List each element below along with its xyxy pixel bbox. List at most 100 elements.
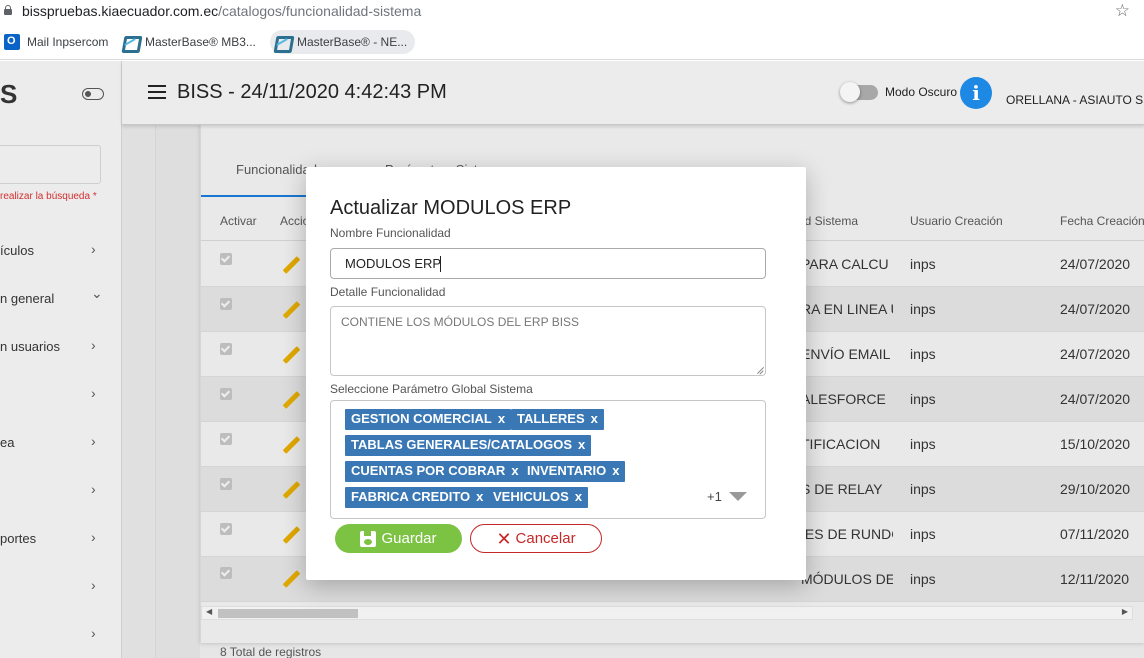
chip-remove-icon[interactable]: x [578,437,585,452]
bookmark-star-icon[interactable]: ☆ [1115,1,1130,21]
cell-detail: S DE RELAY [801,481,883,497]
activate-checkbox[interactable] [220,523,232,535]
save-button[interactable]: Guardar [335,524,462,553]
resize-grip-icon[interactable] [756,366,764,374]
chip-gestion-comercial[interactable]: GESTION COMERCIAL x [345,409,512,430]
column-header-detalle[interactable]: ad Sistema [798,214,858,228]
masterbase-icon [122,34,138,50]
sidebar-item-9[interactable]: › [0,625,110,645]
column-header-activar[interactable]: Activar [220,214,257,228]
cell-user: inps [910,391,936,407]
scrollbar-thumb[interactable] [218,609,358,618]
activate-checkbox[interactable] [220,298,232,310]
dark-mode-toggle[interactable] [840,82,878,102]
close-icon: ✕ [496,528,512,549]
chip-label: CUENTAS POR COBRAR [351,463,506,478]
chip-label: INVENTARIO [527,463,607,478]
sidebar-search-input[interactable]: ú [0,145,101,184]
edit-pencil-icon[interactable] [281,346,301,366]
chip-tablas-generales[interactable]: TABLAS GENERALES/CATALOGOS x [345,435,592,456]
cell-date: 24/07/2020 [1060,256,1131,272]
chip-remove-icon[interactable]: x [612,463,619,478]
chip-label: GESTION COMERCIAL [351,411,492,426]
tab-funcionalidad[interactable]: Funcionalidad [236,162,317,177]
activate-checkbox[interactable] [220,478,232,490]
scroll-right-icon[interactable]: ▶ [1122,607,1128,616]
name-field-label: Nombre Funcionalidad [330,226,451,240]
cell-detail: TIFICACION [801,436,881,452]
bookmark-label: MasterBase® MB3... [145,35,256,49]
sidebar-item-label: n general [0,291,55,306]
edit-pencil-icon[interactable] [281,481,301,501]
sidebar-item-usuarios[interactable]: n usuarios › [0,337,110,357]
dark-mode-label: Modo Oscuro [885,85,958,99]
cell-user: inps [910,526,936,542]
cell-date: 24/07/2020 [1060,301,1131,317]
cell-user: inps [910,256,936,272]
cell-user: inps [910,481,936,497]
sidebar-item-6[interactable]: › [0,481,110,501]
activate-checkbox[interactable] [220,253,232,265]
dropdown-caret-icon[interactable] [729,492,747,501]
detail-field[interactable]: CONTIENE LOS MÓDULOS DEL ERP BISS [330,306,766,376]
url-text[interactable]: bisspruebas.kiaecuador.com.ec/catalogos/… [22,3,421,19]
horizontal-scrollbar[interactable]: ◀ ▶ [201,606,1133,620]
sidebar-item-8[interactable]: › [0,577,110,597]
activate-checkbox[interactable] [220,388,232,400]
bookmark-masterbase-ne[interactable]: MasterBase® - NE... [270,30,416,54]
lock-icon[interactable] [4,5,12,15]
chip-vehiculos[interactable]: VEHICULOS x [487,487,589,508]
sidebar-item-vehiculos[interactable]: ículos › [0,241,110,261]
sidebar: S ú realizar la búsqueda * ículos › n ge… [0,61,122,658]
cell-date: 07/11/2020 [1060,526,1130,542]
save-button-label: Guardar [381,530,437,547]
chip-label: VEHICULOS [493,489,569,504]
edit-pencil-icon[interactable] [281,301,301,321]
activate-checkbox[interactable] [220,343,232,355]
info-icon[interactable]: i [960,77,992,109]
update-modal: Actualizar MODULOS ERP Nombre Funcionali… [306,167,806,580]
column-header-fecha-creacion[interactable]: Fecha Creación [1060,214,1144,228]
browser-url-bar[interactable]: bisspruebas.kiaecuador.com.ec/catalogos/… [0,0,1144,24]
sidebar-item-reportes[interactable]: portes › [0,529,110,549]
edit-pencil-icon[interactable] [281,391,301,411]
chip-cuentas-por-cobrar[interactable]: CUENTAS POR COBRAR x [345,461,525,482]
params-field-label: Seleccione Parámetro Global Sistema [330,382,533,396]
chip-fabrica-credito[interactable]: FABRICA CREDITO x [345,487,490,508]
chip-remove-icon[interactable]: x [498,411,505,426]
sidebar-item-general[interactable]: n general ⌄ [0,285,110,309]
activate-checkbox[interactable] [220,567,232,579]
chip-remove-icon[interactable]: x [591,411,598,426]
cell-detail: ALESFORCE [801,391,886,407]
edit-pencil-icon[interactable] [281,436,301,456]
bookmark-label: Mail Inpsercom [27,35,109,49]
chip-label: TABLAS GENERALES/CATALOGOS [351,437,572,452]
sidebar-toggle[interactable] [82,88,104,100]
sidebar-item-4[interactable]: › [0,385,110,405]
scroll-left-icon[interactable]: ◀ [206,607,212,616]
bookmark-mail-inpsercom[interactable]: Mail Inpsercom [0,30,116,54]
floppy-disk-icon [360,530,377,547]
url-host: bisspruebas.kiaecuador.com.ec [22,3,219,19]
activate-checkbox[interactable] [220,433,232,445]
edit-pencil-icon[interactable] [281,526,301,546]
chip-remove-icon[interactable]: x [511,463,518,478]
bookmark-masterbase-mb3[interactable]: MasterBase® MB3... [118,30,264,54]
edit-pencil-icon[interactable] [281,256,301,276]
chip-label: FABRICA CREDITO [351,489,471,504]
chip-inventario[interactable]: INVENTARIO x [521,461,626,482]
cell-detail: MÓDULOS DEL [801,571,893,587]
cancel-button[interactable]: ✕ Cancelar [470,524,602,553]
chip-remove-icon[interactable]: x [575,489,582,504]
name-field[interactable] [330,248,766,279]
sidebar-item-label: n usuarios [0,339,60,354]
params-multiselect[interactable]: GESTION COMERCIAL x TALLERES x TABLAS GENE… [330,400,766,519]
edit-pencil-icon[interactable] [281,570,301,590]
menu-hamburger-icon[interactable] [148,85,166,99]
column-header-usuario-creacion[interactable]: Usuario Creación [910,214,1003,228]
chevron-right-icon: › [91,529,96,545]
chip-remove-icon[interactable]: x [476,489,483,504]
company-name: ORELLANA - ASIAUTO S.A. [1006,93,1144,107]
chip-talleres[interactable]: TALLERES x [511,409,604,430]
sidebar-item-area[interactable]: ea › [0,433,110,453]
